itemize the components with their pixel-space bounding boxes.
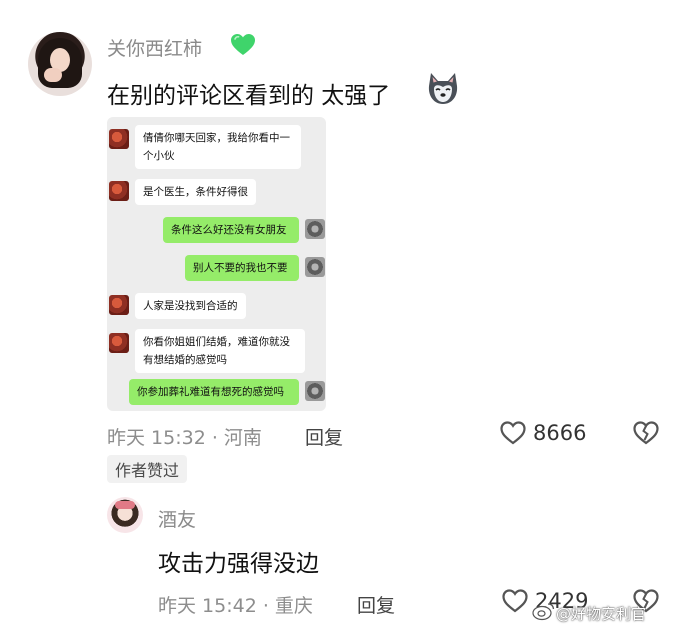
chat-screenshot-image[interactable]: 倩倩你哪天回家，我给你看中一个小伙 是个医生，条件好得很 条件这么好还没有女朋友… [107, 117, 326, 411]
chat-bubble-outgoing: 你参加葬礼难道有想死的感觉吗 [129, 379, 299, 405]
chat-bubble-outgoing: 别人不要的我也不要 [185, 255, 299, 281]
watermark-text: @好物安利官 [556, 605, 647, 623]
chat-avatar-right [305, 381, 325, 401]
chat-avatar-left [109, 181, 129, 201]
avatar[interactable] [28, 32, 92, 96]
chat-avatar-left [109, 295, 129, 315]
chat-bubble-incoming: 你看你姐姐们结婚，难道你就没有想结婚的感觉吗 [135, 329, 305, 373]
reply-comment-text: 攻击力强得没边 [158, 551, 319, 577]
reply-button[interactable]: 回复 [357, 591, 395, 618]
heart-outline-icon [500, 421, 526, 445]
comment-text: 在别的评论区看到的 太强了 [107, 83, 391, 109]
chat-avatar-left [109, 129, 129, 149]
chat-avatar-right [305, 257, 325, 277]
reply-username[interactable]: 酒友 [158, 505, 196, 532]
like-button[interactable]: 8666 [499, 420, 586, 446]
avatar[interactable] [107, 497, 143, 533]
chat-avatar-left [109, 333, 129, 353]
chat-bubble-incoming: 倩倩你哪天回家，我给你看中一个小伙 [135, 125, 301, 169]
chat-avatar-right [305, 219, 325, 239]
husky-emoji-icon [428, 73, 458, 104]
reply-timestamp-location: 昨天 15:42 · 重庆 [158, 595, 313, 617]
chat-bubble-outgoing: 条件这么好还没有女朋友 [163, 217, 299, 243]
author-liked-badge: 作者赞过 [107, 455, 188, 483]
green-heart-icon [231, 34, 255, 55]
comment-username[interactable]: 关你西红柿 [107, 34, 202, 61]
avatar-hand [44, 68, 62, 82]
reply-button[interactable]: 回复 [305, 423, 343, 450]
comment-timestamp-location: 昨天 15:32 · 河南 [107, 427, 262, 449]
chat-bubble-incoming: 人家是没找到合适的 [135, 293, 246, 319]
avatar-bow [115, 501, 135, 509]
like-count: 8666 [533, 421, 587, 445]
weibo-logo-icon [532, 603, 555, 621]
chat-bubble-incoming: 是个医生，条件好得很 [135, 179, 256, 205]
heart-outline-icon [502, 589, 528, 613]
dislike-broken-heart-icon[interactable] [632, 420, 660, 446]
